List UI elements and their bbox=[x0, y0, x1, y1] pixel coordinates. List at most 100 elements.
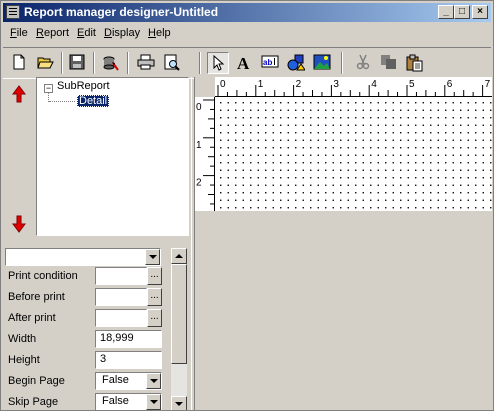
ruler-label: 0 bbox=[196, 102, 202, 113]
expression-tool-button[interactable]: ab bbox=[259, 52, 281, 74]
open-folder-icon bbox=[37, 57, 54, 69]
menu-file-label: ile bbox=[16, 27, 28, 39]
expression-field-icon: ab bbox=[261, 55, 279, 68]
label-tool-button[interactable]: A bbox=[233, 52, 255, 74]
save-button[interactable] bbox=[67, 52, 89, 74]
move-up-button[interactable] bbox=[9, 83, 29, 105]
tree-node-detail[interactable]: Detail bbox=[77, 95, 110, 107]
print-button[interactable] bbox=[135, 52, 157, 74]
ruler-label: 1 bbox=[258, 79, 264, 90]
scroll-down-button[interactable] bbox=[171, 396, 187, 410]
prop-after-print-ellipsis[interactable]: ... bbox=[147, 309, 162, 327]
scroll-up-arrow-icon bbox=[175, 254, 183, 258]
prop-before-print-ellipsis[interactable]: ... bbox=[147, 288, 162, 306]
prop-label-before-print: Before print bbox=[8, 291, 65, 303]
prop-before-print-field[interactable] bbox=[95, 288, 147, 306]
properties-panel: Print condition ... Before print ... Aft… bbox=[3, 245, 189, 410]
detail-band-canvas[interactable] bbox=[215, 97, 492, 211]
prop-label-print-condition: Print condition bbox=[8, 270, 78, 282]
vertical-ruler: 0 1 2 bbox=[195, 97, 215, 211]
ruler-label: 2 bbox=[296, 79, 302, 90]
collapse-toggle[interactable]: − bbox=[44, 84, 53, 93]
ruler-corner bbox=[195, 77, 215, 97]
prop-print-condition-ellipsis[interactable]: ... bbox=[147, 267, 162, 285]
scroll-thumb[interactable] bbox=[171, 264, 187, 364]
ruler-label: 4 bbox=[371, 79, 377, 90]
svg-text:A: A bbox=[237, 54, 250, 72]
prop-height-field[interactable]: 3 bbox=[95, 351, 162, 369]
svg-text:ab: ab bbox=[263, 58, 272, 67]
copy-icon bbox=[381, 55, 396, 69]
component-selector-dropdown[interactable] bbox=[145, 249, 160, 265]
structure-panel: − SubReport Detail bbox=[3, 77, 191, 237]
ruler-label: 6 bbox=[447, 79, 453, 90]
move-down-button[interactable] bbox=[9, 213, 29, 235]
app-icon[interactable] bbox=[6, 5, 20, 19]
new-document-icon bbox=[13, 54, 25, 70]
menu-help[interactable]: Help bbox=[148, 27, 171, 39]
ruler-label: 0 bbox=[220, 79, 226, 90]
horizontal-ruler: 0 1 2 3 4 5 6 7 bbox=[215, 77, 492, 97]
menu-display-label: isplay bbox=[111, 27, 141, 39]
print-icon bbox=[137, 54, 155, 70]
toolbar: A ab bbox=[3, 47, 491, 79]
prop-after-print-field[interactable] bbox=[95, 309, 147, 327]
prop-label-after-print: After print bbox=[8, 312, 56, 324]
print-preview-icon bbox=[164, 54, 180, 71]
designer-area: 0 1 2 3 4 5 6 7 0 1 2 bbox=[195, 77, 492, 410]
prop-width-field[interactable]: 18,999 bbox=[95, 330, 162, 348]
image-icon bbox=[313, 54, 331, 70]
menu-report[interactable]: Report bbox=[36, 27, 69, 39]
paste-button[interactable] bbox=[404, 52, 426, 74]
ruler-label: 3 bbox=[333, 79, 339, 90]
cut-button[interactable] bbox=[353, 52, 375, 74]
data-config-icon bbox=[103, 56, 119, 71]
minimize-button[interactable]: _ bbox=[438, 5, 454, 19]
prop-begin-page-value: False bbox=[102, 374, 129, 386]
shape-tool-button[interactable] bbox=[285, 52, 307, 74]
print-preview-button[interactable] bbox=[161, 52, 183, 74]
prop-begin-page-select[interactable]: False bbox=[95, 372, 162, 390]
toolbar-separator bbox=[93, 52, 95, 74]
horizontal-ruler-ticks: 0 1 2 3 4 5 6 7 bbox=[217, 79, 491, 96]
select-pointer-icon bbox=[213, 55, 225, 71]
window-title: Report manager designer-Untitled bbox=[24, 5, 219, 19]
ruler-label: 2 bbox=[196, 178, 202, 189]
toolbar-separator bbox=[341, 52, 343, 74]
prop-skip-page-select[interactable]: False bbox=[95, 393, 162, 410]
toolbar-separator bbox=[127, 52, 129, 74]
prop-print-condition-field[interactable] bbox=[95, 267, 147, 285]
prop-skip-page-dropdown[interactable] bbox=[146, 394, 161, 410]
data-config-button[interactable] bbox=[100, 52, 122, 74]
menu-report-label: eport bbox=[43, 27, 70, 39]
menu-file[interactable]: File bbox=[10, 27, 28, 39]
open-button[interactable] bbox=[35, 52, 57, 74]
scroll-up-button[interactable] bbox=[171, 248, 187, 264]
tree-node-subreport[interactable]: SubReport bbox=[57, 80, 110, 92]
move-buttons-column bbox=[3, 77, 35, 237]
vertical-ruler-ticks: 0 1 2 bbox=[196, 99, 214, 205]
copy-button[interactable] bbox=[378, 52, 400, 74]
new-button[interactable] bbox=[9, 52, 31, 74]
ruler-label: 1 bbox=[196, 140, 202, 151]
component-selector[interactable] bbox=[5, 248, 161, 266]
menu-display-mnemonic: D bbox=[104, 27, 112, 39]
section-tree[interactable]: − SubReport Detail bbox=[36, 77, 189, 236]
close-button[interactable]: × bbox=[472, 5, 488, 19]
toolbar-separator bbox=[61, 52, 63, 74]
image-tool-button[interactable] bbox=[311, 52, 333, 74]
text-label-icon: A bbox=[237, 54, 250, 72]
title-bar[interactable]: Report manager designer-Untitled _ □ × bbox=[3, 3, 491, 22]
menu-edit-label: dit bbox=[84, 27, 96, 39]
maximize-button[interactable]: □ bbox=[454, 5, 470, 19]
select-tool-button[interactable] bbox=[207, 52, 229, 74]
prop-label-begin-page: Begin Page bbox=[8, 375, 65, 387]
properties-scrollbar[interactable] bbox=[171, 248, 187, 410]
arrow-up-icon bbox=[12, 85, 26, 103]
menu-report-mnemonic: R bbox=[36, 27, 44, 39]
menu-edit[interactable]: Edit bbox=[77, 27, 96, 39]
prop-begin-page-dropdown[interactable] bbox=[146, 373, 161, 389]
menu-display[interactable]: Display bbox=[104, 27, 140, 39]
ruler-label: 7 bbox=[485, 79, 491, 90]
arrow-down-icon bbox=[12, 215, 26, 233]
